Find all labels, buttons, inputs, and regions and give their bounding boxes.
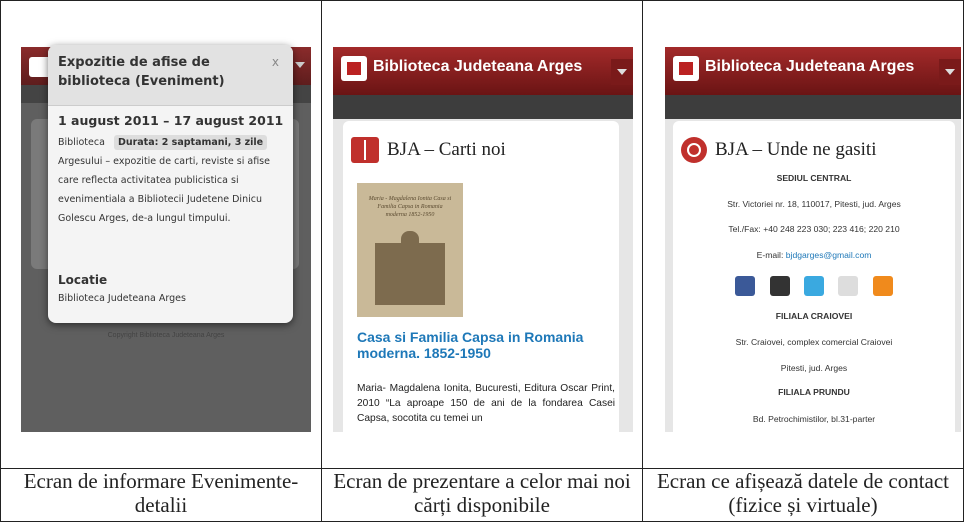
cover-text: Maria - Magdalena Ionita Casa si Familia…	[368, 196, 452, 218]
popup-title: Expozitie de afise de biblioteca (Evenim…	[58, 55, 225, 89]
description-rest: Argesului – expozitie de carti, reviste …	[58, 156, 270, 224]
phone-screen-contact: Biblioteca Judeteana Arges BJA – Unde ne…	[665, 47, 961, 432]
hq-phone: Tel./Fax: +40 248 223 030; 223 416; 220 …	[728, 224, 900, 234]
close-icon[interactable]: x	[272, 55, 279, 69]
email-label: E-mail:	[756, 250, 786, 260]
section-title: BJA – Carti noi	[387, 139, 506, 160]
app-title: Biblioteca Judeteana Arges	[373, 58, 583, 75]
app-header: Biblioteca Judeteana Arges	[333, 47, 633, 95]
app-title: Biblioteca Judeteana Arges	[705, 58, 915, 75]
event-detail-popup: Expozitie de afise de biblioteca (Evenim…	[48, 45, 293, 323]
chevron-down-icon[interactable]	[295, 62, 305, 68]
app-header: Biblioteca Judeteana Arges	[665, 47, 961, 95]
building-illustration	[375, 231, 445, 305]
email-line: E-mail: bjdgarges@gmail.com	[673, 250, 955, 260]
hq-heading: SEDIUL CENTRAL	[776, 173, 852, 183]
location-heading: Locatie	[58, 273, 108, 287]
menu-dropdown-button[interactable]	[939, 59, 961, 85]
app-logo-icon	[673, 56, 699, 81]
email-link[interactable]: bjdgarges@gmail.com	[786, 250, 872, 260]
book-title-link[interactable]: Casa si Familia Capsa in Romania moderna…	[357, 329, 607, 361]
footer-copyright: Copyright Biblioteca Judeteana Arges	[107, 332, 225, 339]
flickr-icon[interactable]	[838, 276, 859, 296]
caption-1: Ecran de informare Evenimente-detalii	[0, 468, 322, 522]
facebook-icon[interactable]	[735, 276, 756, 296]
event-description: Biblioteca Durata: 2 saptamani, 3 zile A…	[58, 133, 286, 228]
caption-2: Ecran de prezentare a celor mai noi cărț…	[321, 468, 643, 522]
branch2-address: Bd. Petrochimistilor, bl.31-parter	[752, 414, 876, 424]
description-start: Biblioteca	[58, 137, 105, 148]
branch1-heading: FILIALA CRAIOVEI	[775, 311, 853, 321]
event-date-range: 1 august 2011 – 17 august 2011	[58, 113, 284, 128]
menu-dropdown-button[interactable]	[611, 59, 633, 85]
section-title: BJA – Unde ne gasiti	[715, 139, 877, 160]
content-card: BJA – Unde ne gasiti SEDIUL CENTRAL Str.…	[673, 121, 955, 432]
social-links	[673, 276, 955, 301]
branch2-heading: FILIALA PRUNDU	[778, 387, 850, 397]
branch1-address-2: Pitesti, jud. Arges	[780, 363, 848, 373]
header-strip	[333, 95, 633, 119]
popup-header: Expozitie de afise de biblioteca (Evenim…	[48, 45, 293, 106]
header-strip	[665, 95, 961, 119]
rss-icon[interactable]	[872, 276, 893, 296]
plus-icon[interactable]	[769, 276, 790, 296]
book-cover-image[interactable]: Maria - Magdalena Ionita Casa si Familia…	[357, 183, 463, 317]
caption-3: Ecran ce afișează datele de contact (fiz…	[642, 468, 964, 522]
phone-screen-new-books: Biblioteca Judeteana Arges BJA – Carti n…	[333, 47, 633, 432]
location-value: Biblioteca Judeteana Arges	[58, 293, 186, 304]
hq-address: Str. Victoriei nr. 18, 110017, Pitesti, …	[727, 199, 901, 209]
twitter-icon[interactable]	[804, 276, 824, 296]
book-icon	[351, 137, 379, 163]
location-icon	[681, 137, 707, 163]
app-logo-icon	[341, 56, 367, 81]
duration-badge: Durata: 2 saptamani, 3 zile	[113, 135, 268, 150]
branch1-address-1: Str. Craiovei, complex comercial Craiove…	[735, 337, 893, 347]
book-description: Maria- Magdalena Ionita, Bucuresti, Edit…	[357, 383, 615, 424]
content-card: BJA – Carti noi Maria - Magdalena Ionita…	[343, 121, 619, 432]
